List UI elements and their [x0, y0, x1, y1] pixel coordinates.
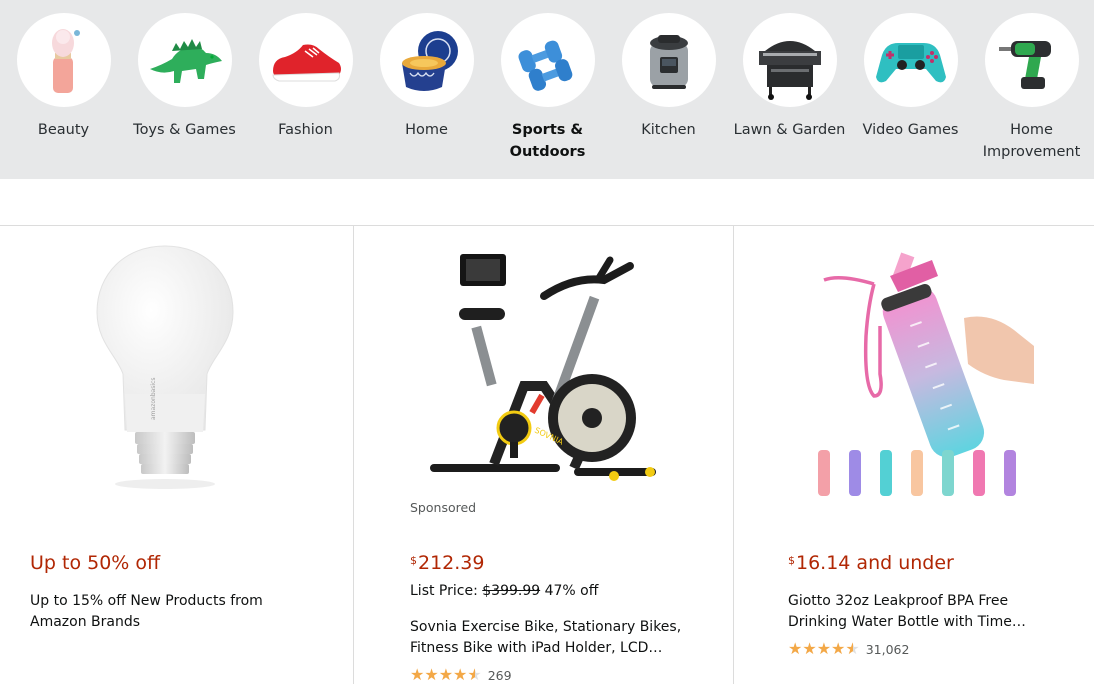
list-price-label: List Price:	[410, 583, 478, 599]
category-bar: Beauty Toys & Games Fashion Home Sports …	[0, 0, 1094, 179]
description-line: Drinking Water Bottle with Time…	[788, 614, 1026, 630]
rating-count[interactable]: 31,062	[866, 642, 910, 657]
category-home[interactable]: Home	[366, 13, 487, 141]
star-rating-icon: ★ ★ ★ ★ ★	[788, 639, 860, 658]
dumbbells-icon	[500, 13, 595, 107]
category-beauty[interactable]: Beauty	[3, 13, 124, 141]
deal-price[interactable]: Up to 50% off	[30, 552, 160, 574]
price-currency: $	[410, 554, 417, 567]
game-controller-icon	[863, 13, 958, 107]
category-home-improvement[interactable]: Home Improvement	[971, 13, 1092, 163]
price-currency: $	[788, 554, 795, 567]
svg-text:amazonbasics: amazonbasics	[150, 377, 157, 420]
category-label: Kitchen	[641, 122, 696, 138]
list-price: List Price: $399.99 47% off	[410, 583, 598, 599]
discount-badge: 47% off	[544, 583, 599, 599]
sneaker-icon	[258, 13, 353, 107]
product-description[interactable]: Up to 15% off New Products from Amazon B…	[30, 591, 263, 633]
power-drill-icon	[984, 13, 1079, 107]
category-kitchen[interactable]: Kitchen	[608, 13, 729, 141]
rating-count[interactable]: 269	[488, 668, 512, 683]
category-lawn-garden[interactable]: Lawn & Garden	[729, 13, 850, 141]
water-bottle-image[interactable]	[814, 246, 1038, 498]
category-label: Home Improvement	[982, 122, 1081, 160]
product-rating[interactable]: ★ ★ ★ ★ ★ 269	[410, 667, 512, 683]
product-description[interactable]: Sovnia Exercise Bike, Stationary Bikes, …	[410, 617, 681, 659]
description-line: Sovnia Exercise Bike, Stationary Bikes,	[410, 619, 682, 635]
product-description[interactable]: Giotto 32oz Leakproof BPA Free Drinking …	[788, 591, 1026, 633]
category-label: Fashion	[278, 122, 333, 138]
product-card-bulb[interactable]: amazonbasics Up to 50% off Up to 15% off…	[0, 226, 353, 684]
category-label: Toys & Games	[133, 122, 236, 138]
product-price[interactable]: $212.39	[410, 552, 484, 574]
description-line: Up to 15% off New Products from	[30, 593, 263, 609]
description-line: Amazon Brands	[30, 614, 141, 630]
pressure-cooker-icon	[621, 13, 716, 107]
product-card-exercise-bike[interactable]: SOVNIA Sponsored $212.39 List Price: $39…	[353, 226, 734, 684]
category-label: Lawn & Garden	[733, 122, 846, 138]
beauty-brush-icon	[16, 13, 111, 107]
product-card-water-bottle[interactable]: $16.14 and under Giotto 32oz Leakproof B…	[734, 226, 1094, 684]
price-value: 16.14 and under	[796, 552, 954, 574]
sponsored-label: Sponsored	[410, 500, 477, 515]
category-label: Beauty	[37, 122, 90, 138]
category-toys-games[interactable]: Toys & Games	[124, 13, 245, 141]
grill-icon	[742, 13, 837, 107]
exercise-bike-image[interactable]: SOVNIA	[424, 246, 664, 496]
category-label: Home	[405, 122, 448, 138]
category-sports-outdoors[interactable]: Sports & Outdoors	[487, 13, 608, 163]
star-rating-icon: ★ ★ ★ ★ ★	[410, 665, 482, 684]
category-fashion[interactable]: Fashion	[245, 13, 366, 141]
list-price-value: $399.99	[482, 583, 541, 599]
category-video-games[interactable]: Video Games	[850, 13, 971, 141]
description-line: Giotto 32oz Leakproof BPA Free	[788, 593, 1009, 609]
category-label: Sports & Outdoors	[509, 122, 586, 160]
light-bulb-image[interactable]: amazonbasics	[95, 244, 235, 494]
description-line: Fitness Bike with iPad Holder, LCD…	[410, 640, 663, 656]
dinosaur-toy-icon	[137, 13, 232, 107]
product-price[interactable]: $16.14 and under	[788, 552, 954, 574]
price-value: 212.39	[418, 552, 485, 574]
product-rating[interactable]: ★ ★ ★ ★ ★ 31,062	[788, 641, 909, 657]
candle-icon	[379, 13, 474, 107]
category-label: Video Games	[862, 122, 959, 138]
